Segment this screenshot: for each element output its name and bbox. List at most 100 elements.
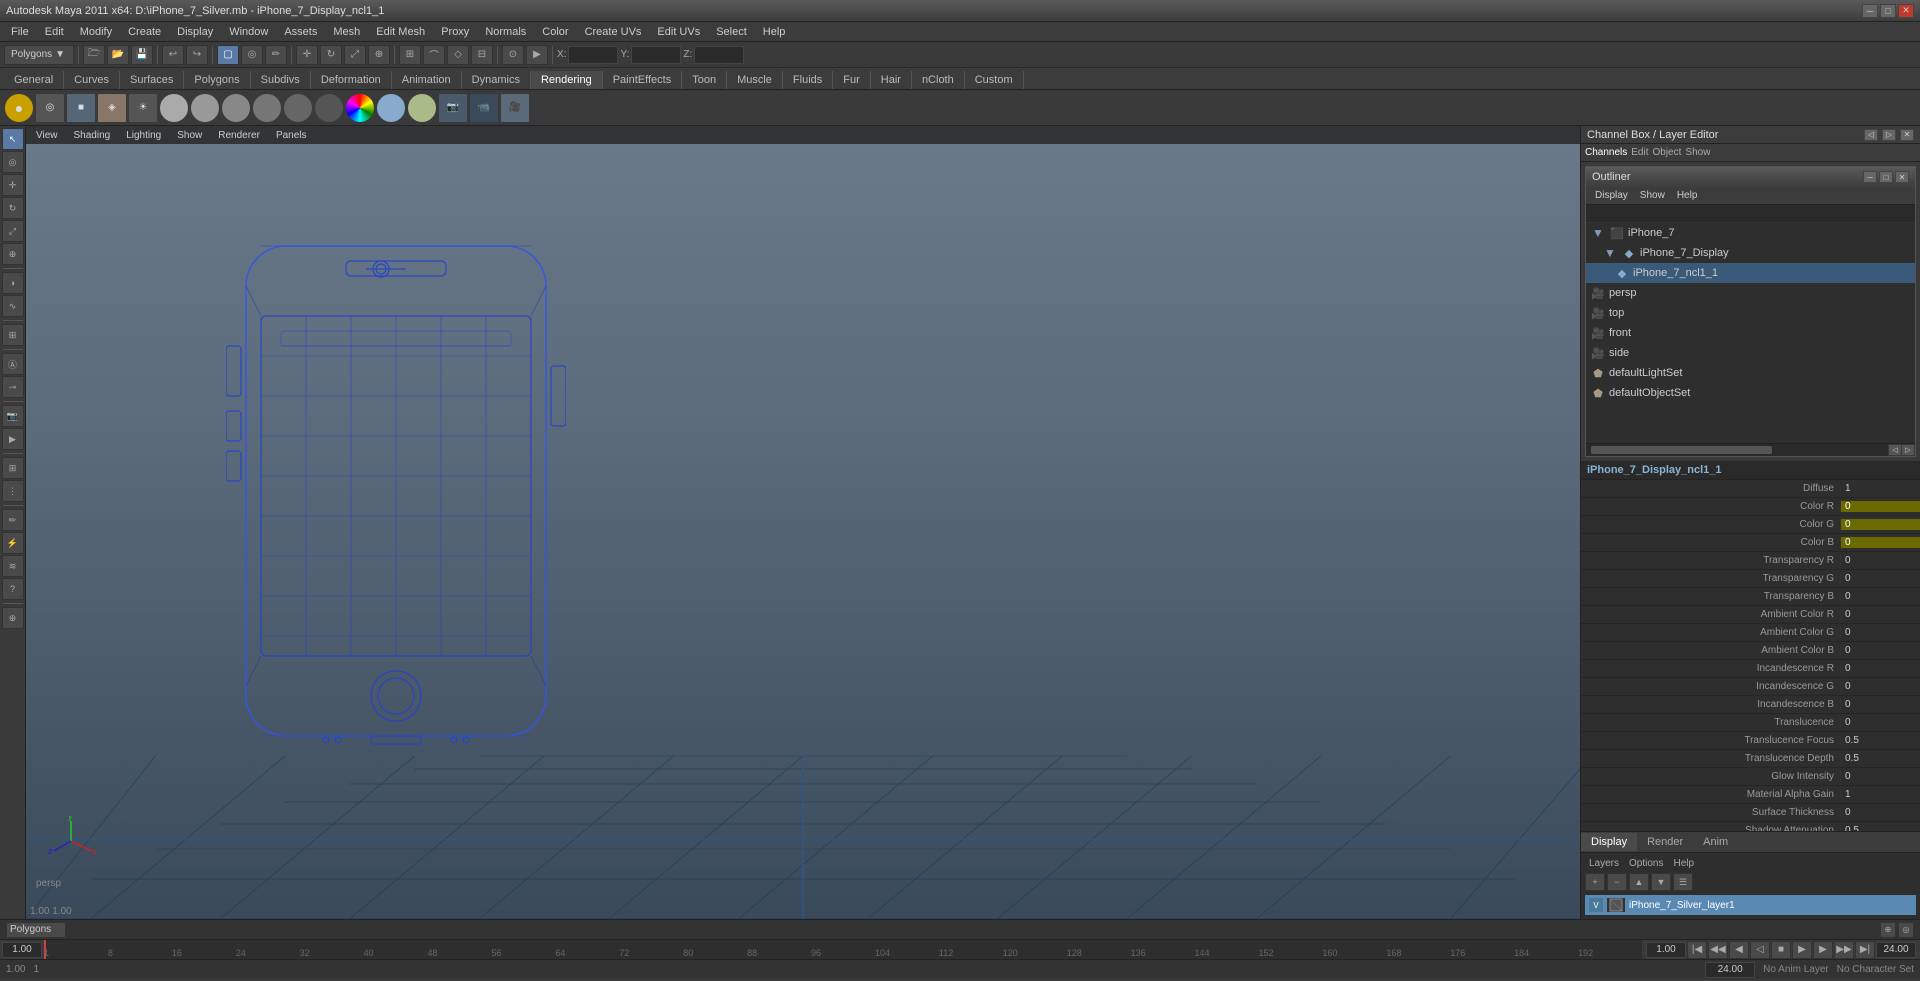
shelf-tex-icon[interactable] <box>407 93 437 123</box>
lt-soft-select[interactable]: ◑ <box>2 272 24 294</box>
cb-layer-up[interactable]: ▲ <box>1629 873 1649 891</box>
outliner-close[interactable]: ✕ <box>1895 171 1909 183</box>
lt-scale[interactable]: ⤢ <box>2 220 24 242</box>
lt-grid[interactable]: ⊞ <box>2 457 24 479</box>
shelf-area-icon[interactable] <box>283 93 313 123</box>
shelf-tab-toon[interactable]: Toon <box>682 71 727 89</box>
shelf-tab-animation[interactable]: Animation <box>392 71 462 89</box>
viewport[interactable]: View Shading Lighting Show Renderer Pane… <box>26 126 1580 919</box>
tb-select-mode[interactable]: ▢ <box>217 45 239 65</box>
tb-new[interactable]: 🗁 <box>83 45 105 65</box>
lt-sculpt[interactable]: ∿ <box>2 295 24 317</box>
y-field[interactable] <box>631 46 681 64</box>
outliner-menu-help[interactable]: Help <box>1672 189 1703 202</box>
shelf-tab-custom[interactable]: Custom <box>965 71 1024 89</box>
tb-history[interactable]: ⊙ <box>502 45 524 65</box>
cb-layers-tab[interactable]: Layers <box>1585 857 1623 870</box>
lt-camera[interactable]: 📷 <box>2 405 24 427</box>
lt-select[interactable]: ↖ <box>2 128 24 150</box>
tb-render[interactable]: ▶ <box>526 45 548 65</box>
outliner-scroll-right[interactable]: ▷ <box>1902 445 1914 455</box>
menu-edit[interactable]: Edit <box>38 24 71 40</box>
shelf-tab-general[interactable]: General <box>4 71 64 89</box>
cb-value-trans-g[interactable]: 0 <box>1840 573 1920 584</box>
shelf-render2-icon[interactable]: ◎ <box>35 93 65 123</box>
shelf-tab-muscle[interactable]: Muscle <box>727 71 783 89</box>
vp-view[interactable]: View <box>30 129 64 142</box>
cb-layer-down[interactable]: ▼ <box>1651 873 1671 891</box>
tb-lasso[interactable]: ◎ <box>241 45 263 65</box>
shelf-tab-surfaces[interactable]: Surfaces <box>120 71 184 89</box>
cb-value-trans-focus[interactable]: 0.5 <box>1840 735 1920 746</box>
cb-options-tab[interactable]: Options <box>1625 857 1667 870</box>
vp-shading[interactable]: Shading <box>68 129 117 142</box>
menu-mesh[interactable]: Mesh <box>326 24 367 40</box>
timeline-ruler[interactable]: 1 8 16 24 32 40 48 56 64 72 80 88 96 104… <box>44 940 1642 960</box>
pb-play-fwd[interactable]: ▶ <box>1792 941 1812 959</box>
lt-help[interactable]: ? <box>2 578 24 600</box>
cb-value-glow[interactable]: 0 <box>1840 771 1920 782</box>
vp-lighting[interactable]: Lighting <box>120 129 167 142</box>
lt-paint2[interactable]: ⚡ <box>2 532 24 554</box>
lt-universal[interactable]: ⊕ <box>2 243 24 265</box>
tb-snap-grid[interactable]: ⊞ <box>399 45 421 65</box>
outliner-item-display[interactable]: ▼ ◆ iPhone_7_Display <box>1586 243 1915 263</box>
cb-header-object[interactable]: Object <box>1653 147 1682 158</box>
cb-icon-x[interactable]: ✕ <box>1900 129 1914 141</box>
cb-icon-right[interactable]: ▷ <box>1882 129 1896 141</box>
cb-value-trans-r[interactable]: 0 <box>1840 555 1920 566</box>
cb-value-incan-b[interactable]: 0 <box>1840 699 1920 710</box>
outliner-maximize[interactable]: □ <box>1879 171 1893 183</box>
playback-speed-input[interactable] <box>1705 962 1755 978</box>
tb-snap-curve[interactable]: ⌒ <box>423 45 445 65</box>
outliner-minimize[interactable]: ─ <box>1863 171 1877 183</box>
shelf-tab-dynamics[interactable]: Dynamics <box>462 71 531 89</box>
shelf-cam3-icon[interactable]: 🎥 <box>500 93 530 123</box>
shelf-material-icon[interactable] <box>376 93 406 123</box>
current-frame-input[interactable] <box>1646 942 1686 958</box>
shelf-tab-fluids[interactable]: Fluids <box>783 71 833 89</box>
outliner-item-top[interactable]: 🎥 top <box>1586 303 1915 323</box>
shelf-render-icon[interactable]: ● <box>4 93 34 123</box>
menu-window[interactable]: Window <box>222 24 275 40</box>
cb-layer-new[interactable]: + <box>1585 873 1605 891</box>
shelf-tab-rendering[interactable]: Rendering <box>531 71 603 89</box>
polygon-mode-dropdown[interactable]: Polygons ▼ <box>4 45 74 65</box>
cb-value-ambient-r[interactable]: 0 <box>1840 609 1920 620</box>
menu-edit-mesh[interactable]: Edit Mesh <box>369 24 432 40</box>
shelf-volume-icon[interactable] <box>314 93 344 123</box>
pb-fwd-end[interactable]: ▶| <box>1855 941 1875 959</box>
outliner-item-objectset[interactable]: ⬟ defaultObjectSet <box>1586 383 1915 403</box>
shelf-tab-hair[interactable]: Hair <box>871 71 912 89</box>
lt-rotate[interactable]: ↻ <box>2 197 24 219</box>
playback-end-input[interactable] <box>1876 942 1916 958</box>
outliner-scroll-left[interactable]: ◁ <box>1889 445 1901 455</box>
shelf-spot-icon[interactable] <box>252 93 282 123</box>
shelf-tab-deformation[interactable]: Deformation <box>311 71 392 89</box>
outliner-item-ncl1[interactable]: ◆ iPhone_7_ncl1_1 <box>1586 263 1915 283</box>
outliner-item-side[interactable]: 🎥 side <box>1586 343 1915 363</box>
menu-normals[interactable]: Normals <box>478 24 533 40</box>
lt-measure[interactable]: ⊸ <box>2 376 24 398</box>
menu-create-uvs[interactable]: Create UVs <box>578 24 649 40</box>
minimize-button[interactable]: ─ <box>1862 4 1878 18</box>
menu-select[interactable]: Select <box>709 24 754 40</box>
tb-redo[interactable]: ↪ <box>186 45 208 65</box>
vp-show[interactable]: Show <box>171 129 208 142</box>
lt-paint1[interactable]: ✏ <box>2 509 24 531</box>
menu-help[interactable]: Help <box>756 24 793 40</box>
pb-play-back[interactable]: ◁ <box>1750 941 1770 959</box>
pb-prev-key[interactable]: ◀◀ <box>1708 941 1728 959</box>
menu-modify[interactable]: Modify <box>73 24 119 40</box>
outliner-item-lightset[interactable]: ⬟ defaultLightSet <box>1586 363 1915 383</box>
timeline-start-input[interactable] <box>2 942 42 958</box>
cb-value-translucence[interactable]: 0 <box>1840 717 1920 728</box>
lt-show-manip[interactable]: ⊞ <box>2 324 24 346</box>
cb-help-tab[interactable]: Help <box>1669 857 1698 870</box>
pb-step-fwd[interactable]: ▶ <box>1813 941 1833 959</box>
cb-value-trans-depth[interactable]: 0.5 <box>1840 753 1920 764</box>
cb-value-color-g[interactable]: 0 <box>1840 519 1920 530</box>
shelf-tab-subdivs[interactable]: Subdivs <box>251 71 311 89</box>
lt-move[interactable]: ✛ <box>2 174 24 196</box>
cb-layer-row[interactable]: V iPhone_7_Silver_layer1 <box>1585 895 1916 915</box>
